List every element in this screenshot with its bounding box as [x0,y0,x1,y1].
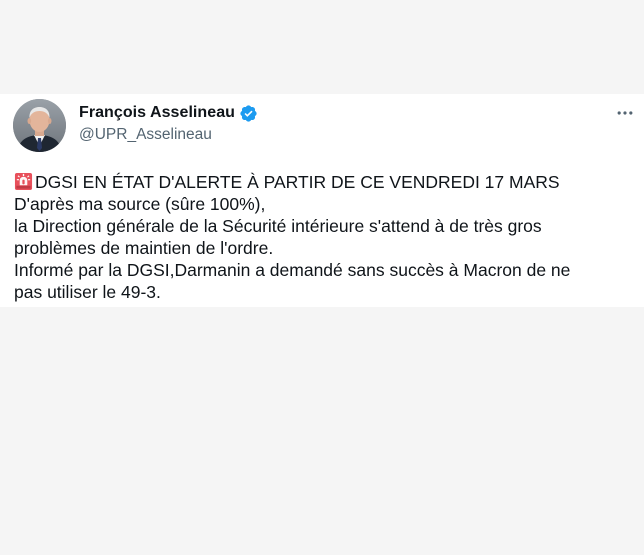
author-name-row: François Asselineau [79,102,258,124]
avatar[interactable] [13,99,66,152]
verified-badge-icon [239,104,258,123]
author-display-name[interactable]: François Asselineau [79,104,235,122]
tweet-line: DGSI EN ÉTAT D'ALERTE À PARTIR DE CE VEN… [14,171,634,193]
author-handle[interactable]: @UPR_Asselineau [79,126,258,144]
author-info: François Asselineau @UPR_Asselineau [79,102,258,144]
more-horizontal-icon [617,111,633,115]
tweet-line: problèmes de maintien de l'ordre. [14,238,274,258]
police-siren-icon [14,172,33,191]
tweet-line: la Direction générale de la Sécurité int… [14,216,542,236]
tweet-text: DGSI EN ÉTAT D'ALERTE À PARTIR DE CE VEN… [14,171,634,303]
tweet-line-text: DGSI EN ÉTAT D'ALERTE À PARTIR DE CE VEN… [35,172,560,192]
tweet-line: D'après ma source (sûre 100%), [14,194,266,214]
avatar-photo [13,99,66,152]
tweet-line: pas utiliser le 49-3. [14,282,161,302]
tweet-card[interactable]: François Asselineau @UPR_Asselineau DGSI… [0,94,644,307]
more-options-button[interactable] [614,102,636,124]
tweet-line: Informé par la DGSI,Darmanin a demandé s… [14,260,571,280]
